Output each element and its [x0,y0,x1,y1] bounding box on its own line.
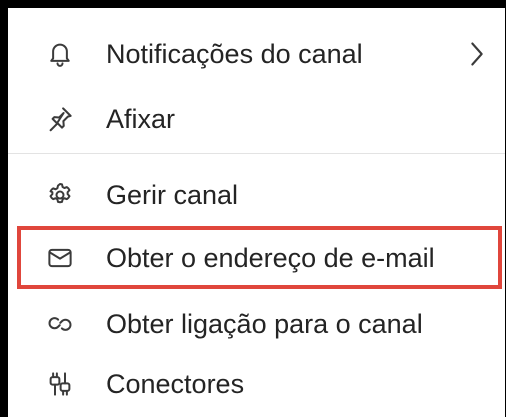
bell-icon [44,38,76,70]
menu-item-channel-notifications[interactable]: Notificações do canal [8,24,505,84]
menu-item-label: Obter ligação para o canal [106,309,423,339]
highlight-box [17,226,502,289]
menu-item-pin[interactable]: Afixar [8,89,505,149]
menu-item-label: Notificações do canal [106,39,363,69]
link-icon [44,308,76,340]
menu-divider [8,153,505,154]
channel-context-menu: Notificações do canal Afixar Gerir canal [8,8,505,417]
menu-item-manage-channel[interactable]: Gerir canal [8,165,505,225]
chevron-right-icon [466,38,488,70]
connectors-icon [44,368,76,400]
menu-item-get-channel-link[interactable]: Obter ligação para o canal [8,294,505,354]
pin-icon [44,103,76,135]
menu-item-connectors[interactable]: Conectores [8,354,505,414]
menu-item-label: Gerir canal [106,180,239,210]
gear-icon [44,179,76,211]
menu-item-label: Conectores [106,369,245,399]
menu-item-label: Afixar [106,104,176,134]
